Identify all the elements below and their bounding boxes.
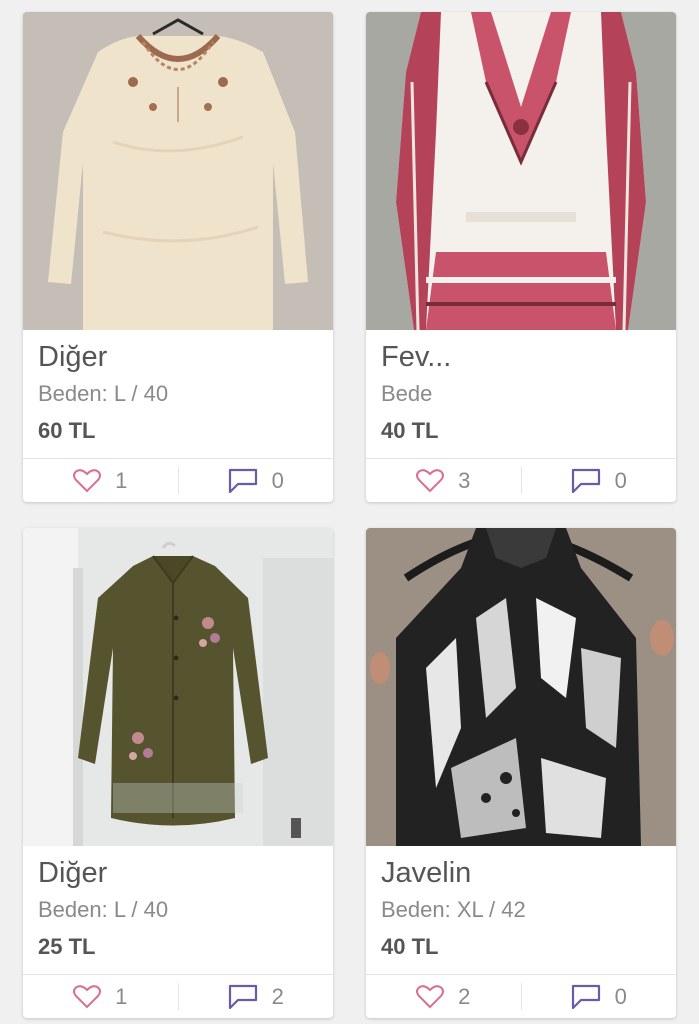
brand-name: Fev...: [381, 341, 452, 373]
product-image: [23, 12, 333, 330]
size-label: Beden: XL / 42: [381, 897, 526, 922]
like-count: 3: [458, 467, 471, 493]
like-button[interactable]: 1: [23, 459, 178, 502]
size-label: Bede: [381, 381, 433, 406]
like-count: 1: [115, 983, 128, 1009]
product-photo[interactable]: [23, 12, 333, 330]
comment-icon: [571, 468, 601, 494]
comment-button[interactable]: 0: [520, 983, 677, 1010]
product-photo[interactable]: [23, 528, 333, 846]
heart-icon: [416, 984, 445, 1009]
brand-name: Diğer: [38, 341, 108, 373]
heart-icon: [73, 984, 102, 1009]
product-photo[interactable]: [366, 528, 676, 846]
heart-icon: [73, 468, 102, 493]
size-label: Beden: L / 40: [38, 897, 169, 922]
product-card[interactable]: Diğer Beden: L / 40 60 TL 1 0: [23, 12, 333, 502]
like-button[interactable]: 3: [366, 459, 521, 502]
price-label: 40 TL: [381, 934, 439, 959]
product-photo[interactable]: [366, 12, 676, 330]
comment-button[interactable]: 2: [177, 983, 334, 1010]
like-count: 2: [458, 983, 471, 1009]
comment-count: 0: [271, 467, 284, 493]
like-count: 1: [115, 467, 128, 493]
comment-icon: [571, 984, 601, 1010]
like-button[interactable]: 1: [23, 975, 178, 1018]
comment-icon: [228, 468, 258, 494]
product-image: [23, 528, 333, 846]
brand-name: Javelin: [381, 857, 472, 889]
brand-name: Diğer: [38, 857, 108, 889]
comment-count: 0: [614, 467, 627, 493]
size-label: Beden: L / 40: [38, 381, 169, 406]
price-label: 25 TL: [38, 934, 96, 959]
product-card[interactable]: Diğer Beden: L / 40 25 TL 1 2: [23, 528, 333, 1018]
comment-button[interactable]: 0: [520, 467, 677, 494]
product-image: [366, 12, 676, 330]
comment-button[interactable]: 0: [177, 467, 334, 494]
comment-count: 0: [614, 983, 627, 1009]
comment-count: 2: [271, 983, 284, 1009]
product-card[interactable]: Fev... Bede 40 TL 3 0: [366, 12, 676, 502]
product-card[interactable]: Javelin Beden: XL / 42 40 TL 2 0: [366, 528, 676, 1018]
product-image: [366, 528, 676, 846]
like-button[interactable]: 2: [366, 975, 521, 1018]
price-label: 40 TL: [381, 418, 439, 443]
heart-icon: [416, 468, 445, 493]
comment-icon: [228, 984, 258, 1010]
price-label: 60 TL: [38, 418, 96, 443]
